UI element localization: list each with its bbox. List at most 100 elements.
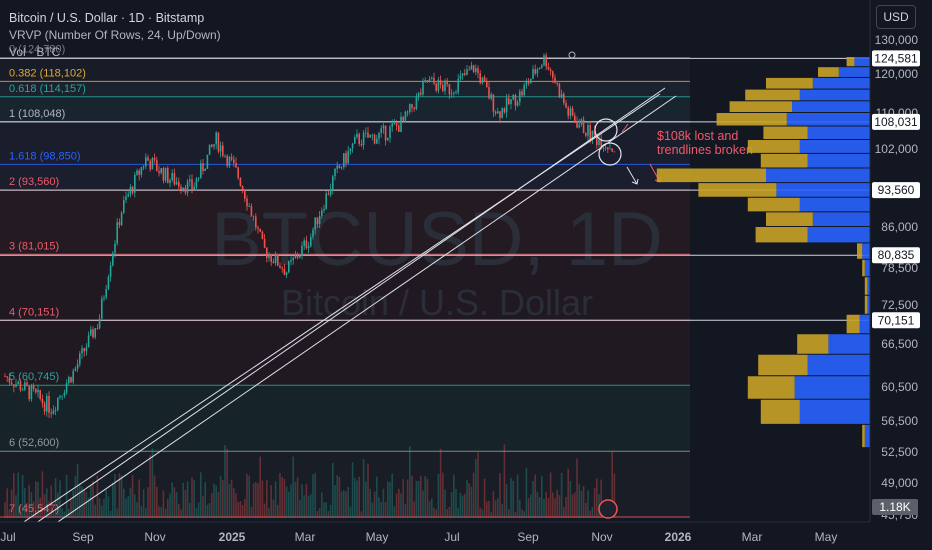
- candle-body: [151, 157, 154, 170]
- volume-profile-up: [864, 424, 870, 448]
- candle-body: [94, 328, 96, 338]
- volume-bar: [479, 507, 481, 518]
- volume-bar: [490, 511, 492, 518]
- volume-bar: [417, 480, 420, 518]
- volume-bar: [369, 488, 371, 518]
- volume-bar: [211, 493, 213, 518]
- candle-body: [571, 108, 574, 116]
- candle-body: [270, 254, 272, 262]
- volume-bar: [285, 486, 288, 518]
- volume-bar: [244, 498, 246, 518]
- volume-bar: [360, 511, 363, 518]
- volume-bar: [596, 478, 598, 518]
- volume-bar: [255, 481, 257, 518]
- fib-level-label: 3 (81,015): [9, 240, 59, 252]
- currency-button[interactable]: USD: [876, 5, 916, 29]
- candle-body: [598, 139, 600, 145]
- candle-body: [448, 84, 451, 95]
- volume-bar: [43, 494, 46, 518]
- candle-body: [446, 80, 448, 85]
- volume-bar: [340, 491, 343, 518]
- volume-indicator-label[interactable]: Vol · BTC: [9, 45, 60, 59]
- volume-bar: [151, 448, 154, 518]
- candle-body: [428, 79, 431, 83]
- candle-body: [609, 148, 611, 150]
- candle-body: [492, 94, 495, 112]
- volume-bar: [107, 496, 110, 518]
- candle-body: [250, 206, 253, 217]
- candle-body: [63, 392, 66, 396]
- volume-bar: [483, 478, 486, 518]
- volume-bar: [65, 474, 68, 518]
- candle-body: [266, 247, 268, 259]
- candle-body: [103, 297, 105, 299]
- y-tick-label: 102,000: [875, 142, 919, 156]
- volume-bar: [10, 489, 13, 518]
- volume-bar: [459, 492, 462, 518]
- volume-profile-down: [846, 314, 860, 334]
- price-chart[interactable]: BTCUSD, 1DBitcoin / U.S. Dollar 0 (124,7…: [0, 0, 932, 550]
- candle-body: [226, 155, 228, 167]
- volume-bar: [127, 496, 129, 518]
- candle-body: [303, 240, 305, 246]
- chart-title: Bitcoin / U.S. Dollar · 1D · Bitstamp: [9, 11, 205, 25]
- volume-bar: [202, 496, 204, 518]
- volume-profile-down: [760, 399, 800, 424]
- candle-body: [134, 174, 136, 193]
- volume-bar: [72, 490, 74, 518]
- event-marker-icon[interactable]: [598, 499, 618, 519]
- volume-bar: [325, 502, 327, 518]
- volume-bar: [536, 491, 539, 518]
- volume-bar: [466, 479, 468, 518]
- candle-body: [246, 198, 248, 207]
- volume-bar: [4, 502, 6, 518]
- volume-bar: [367, 463, 369, 518]
- volume-bar: [156, 486, 158, 518]
- candle-body: [362, 132, 365, 146]
- volume-profile-up: [812, 77, 870, 89]
- volume-bar: [70, 499, 72, 518]
- volume-bar: [461, 495, 464, 518]
- volume-bar: [162, 490, 165, 518]
- candle-body: [576, 121, 578, 128]
- candle-body: [285, 272, 288, 275]
- volume-bar: [105, 489, 107, 518]
- candle-body: [156, 160, 158, 172]
- volume-bar: [277, 504, 279, 518]
- candle-body: [301, 245, 303, 256]
- candle-body: [184, 187, 187, 193]
- candle-body: [530, 78, 532, 84]
- volume-bar: [24, 487, 26, 518]
- volume-bar: [158, 506, 160, 518]
- candle-body: [483, 77, 486, 81]
- volume-profile-down: [729, 101, 792, 112]
- vrvp-indicator-label[interactable]: VRVP (Number Of Rows, 24, Up/Down): [9, 28, 221, 42]
- candle-body: [41, 398, 44, 404]
- candle-body: [274, 254, 277, 264]
- volume-bar: [125, 498, 127, 518]
- price-badge-label: 124,581: [874, 51, 918, 65]
- volume-bar: [222, 480, 224, 518]
- candle-body: [307, 246, 310, 249]
- candle-body: [549, 69, 552, 72]
- candle-body: [13, 384, 15, 387]
- volume-bar: [301, 484, 303, 518]
- candle-body: [358, 133, 360, 144]
- volume-bar: [314, 473, 316, 518]
- volume-bar: [468, 483, 470, 518]
- candle-body: [279, 265, 281, 269]
- volume-bar: [358, 476, 360, 518]
- candle-body: [486, 80, 488, 88]
- volume-profile-down: [758, 354, 808, 376]
- candle-body: [439, 79, 442, 85]
- volume-bar: [530, 494, 532, 518]
- volume-bar: [112, 482, 114, 518]
- candle-body: [347, 151, 349, 164]
- candle-body: [92, 329, 94, 338]
- candle-body: [28, 385, 30, 400]
- y-tick-label: 52,500: [881, 445, 918, 459]
- candle-body: [523, 85, 525, 96]
- candle-body: [61, 395, 63, 397]
- candle-body: [323, 208, 325, 211]
- candle-body: [580, 119, 583, 125]
